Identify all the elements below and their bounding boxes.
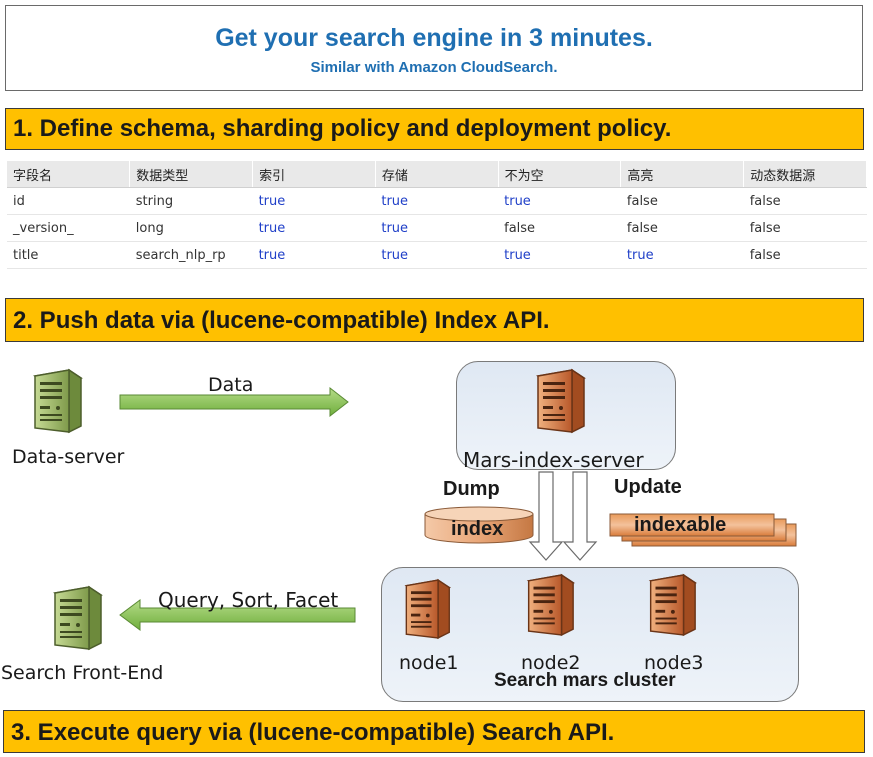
table-cell: true [375,214,499,242]
index-database-label: index [451,518,504,540]
column-header: 数据类型 [129,161,254,188]
step-2-bar: 2. Push data via (lucene-compatible) Ind… [5,298,864,342]
table-cell: long [129,214,253,242]
data-server-icon [25,366,85,436]
frontend-server-icon [45,583,105,653]
table-cell: search_nlp_rp [129,241,253,269]
index-server-icon [528,366,588,436]
table-cell: true [620,241,744,269]
table-cell: true [252,214,376,242]
table-cell: true [252,241,376,269]
table-cell: false [743,214,867,242]
header-title: Get your search engine in 3 minutes. [215,24,653,52]
column-header: 动态数据源 [743,161,867,188]
table-row: id string true true true false false [7,187,867,215]
column-header: 不为空 [498,161,622,188]
table-cell: string [129,187,253,215]
node2-server-icon [519,571,577,639]
table-cell: true [498,241,621,269]
table-cell: true [375,187,499,215]
column-header: 字段名 [7,161,131,188]
table-cell: _version_ [7,214,130,242]
update-label: Update [614,476,682,498]
table-cell: false [743,187,867,215]
table-cell: false [620,214,744,242]
table-row: title search_nlp_rp true true true true … [7,241,867,269]
node3-server-icon [641,571,699,639]
cluster-label: Search mars cluster [494,670,676,691]
table-cell: true [498,187,621,215]
table-header-row: 字段名 数据类型 索引 存储 不为空 高亮 动态数据源 [7,161,867,188]
node1-server-icon [397,576,453,642]
data-arrow-label: Data [208,374,254,396]
table-cell: false [620,187,744,215]
header-subtitle: Similar with Amazon CloudSearch. [310,59,558,76]
schema-table: 字段名 数据类型 索引 存储 不为空 高亮 动态数据源 id string tr… [7,161,867,269]
header-box: Get your search engine in 3 minutes. Sim… [5,5,863,91]
column-header: 高亮 [620,161,745,188]
table-cell: false [743,241,867,269]
column-header: 索引 [252,161,376,188]
indexable-label: indexable [634,514,727,536]
data-server-label: Data-server [12,446,125,468]
table-cell: title [7,241,130,269]
table-cell: true [375,241,499,269]
table-cell: true [252,187,376,215]
dump-update-arrows [528,471,598,561]
step-1-bar: 1. Define schema, sharding policy and de… [5,108,864,150]
query-arrow-label: Query, Sort, Facet [158,588,339,612]
table-cell: false [498,214,621,242]
dump-label: Dump [443,478,500,500]
table-cell: id [7,187,130,215]
step-3-bar: 3. Execute query via (lucene-compatible)… [3,710,865,753]
index-server-label: Mars-index-server [463,448,644,472]
table-row: _version_ long true true false false fal… [7,214,867,242]
node1-label: node1 [399,652,459,674]
column-header: 存储 [375,161,499,188]
frontend-label: Search Front-End [1,662,164,684]
